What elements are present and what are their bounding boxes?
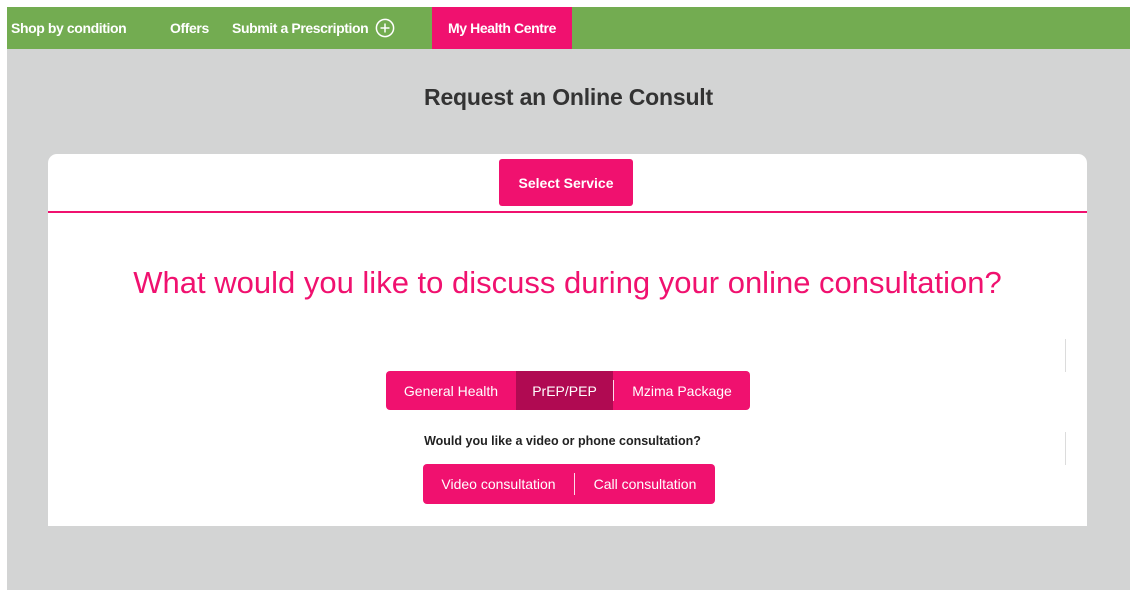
nav-my-health-centre[interactable]: My Health Centre: [432, 7, 572, 49]
select-service-button[interactable]: Select Service: [499, 159, 633, 206]
nav-submit-prescription[interactable]: Submit a Prescription: [232, 7, 395, 49]
service-option-label: Mzima Package: [632, 382, 732, 399]
consultation-question-heading: What would you like to discuss during yo…: [133, 265, 1002, 300]
page-title: Request an Online Consult: [424, 84, 713, 110]
nav-shop-by-condition[interactable]: Shop by condition: [11, 7, 127, 49]
consultation-type-selector: Video consultation Call consultation: [423, 464, 715, 504]
card-divider: [48, 211, 1087, 213]
nav-my-health-centre-label: My Health Centre: [448, 20, 556, 36]
side-divider: [1065, 339, 1066, 372]
service-option-general-health[interactable]: General Health: [386, 371, 516, 410]
nav-shop-by-condition-label: Shop by condition: [11, 20, 127, 36]
service-option-mzima-package[interactable]: Mzima Package: [614, 371, 750, 410]
service-option-label: General Health: [403, 382, 499, 399]
side-divider: [1065, 432, 1066, 465]
select-service-label: Select Service: [518, 174, 614, 191]
top-navbar: Shop by condition Offers Submit a Prescr…: [7, 7, 1130, 49]
consult-option-label: Video consultation: [441, 476, 556, 492]
plus-circle-icon[interactable]: [375, 18, 395, 38]
video-consultation-button[interactable]: Video consultation: [423, 464, 574, 504]
service-option-prep-pep[interactable]: PrEP/PEP: [516, 371, 613, 410]
nav-offers-label: Offers: [170, 20, 209, 36]
call-consultation-button[interactable]: Call consultation: [575, 464, 715, 504]
page-frame: Shop by condition Offers Submit a Prescr…: [7, 7, 1130, 590]
consult-card: Select Service What would you like to di…: [48, 154, 1087, 526]
service-selector: General Health PrEP/PEP Mzima Package: [386, 371, 750, 410]
nav-offers[interactable]: Offers: [170, 7, 209, 49]
service-option-label: PrEP/PEP: [532, 382, 597, 399]
consult-option-label: Call consultation: [593, 476, 697, 492]
consultation-type-question: Would you like a video or phone consulta…: [424, 434, 701, 448]
nav-submit-prescription-label: Submit a Prescription: [232, 20, 369, 36]
